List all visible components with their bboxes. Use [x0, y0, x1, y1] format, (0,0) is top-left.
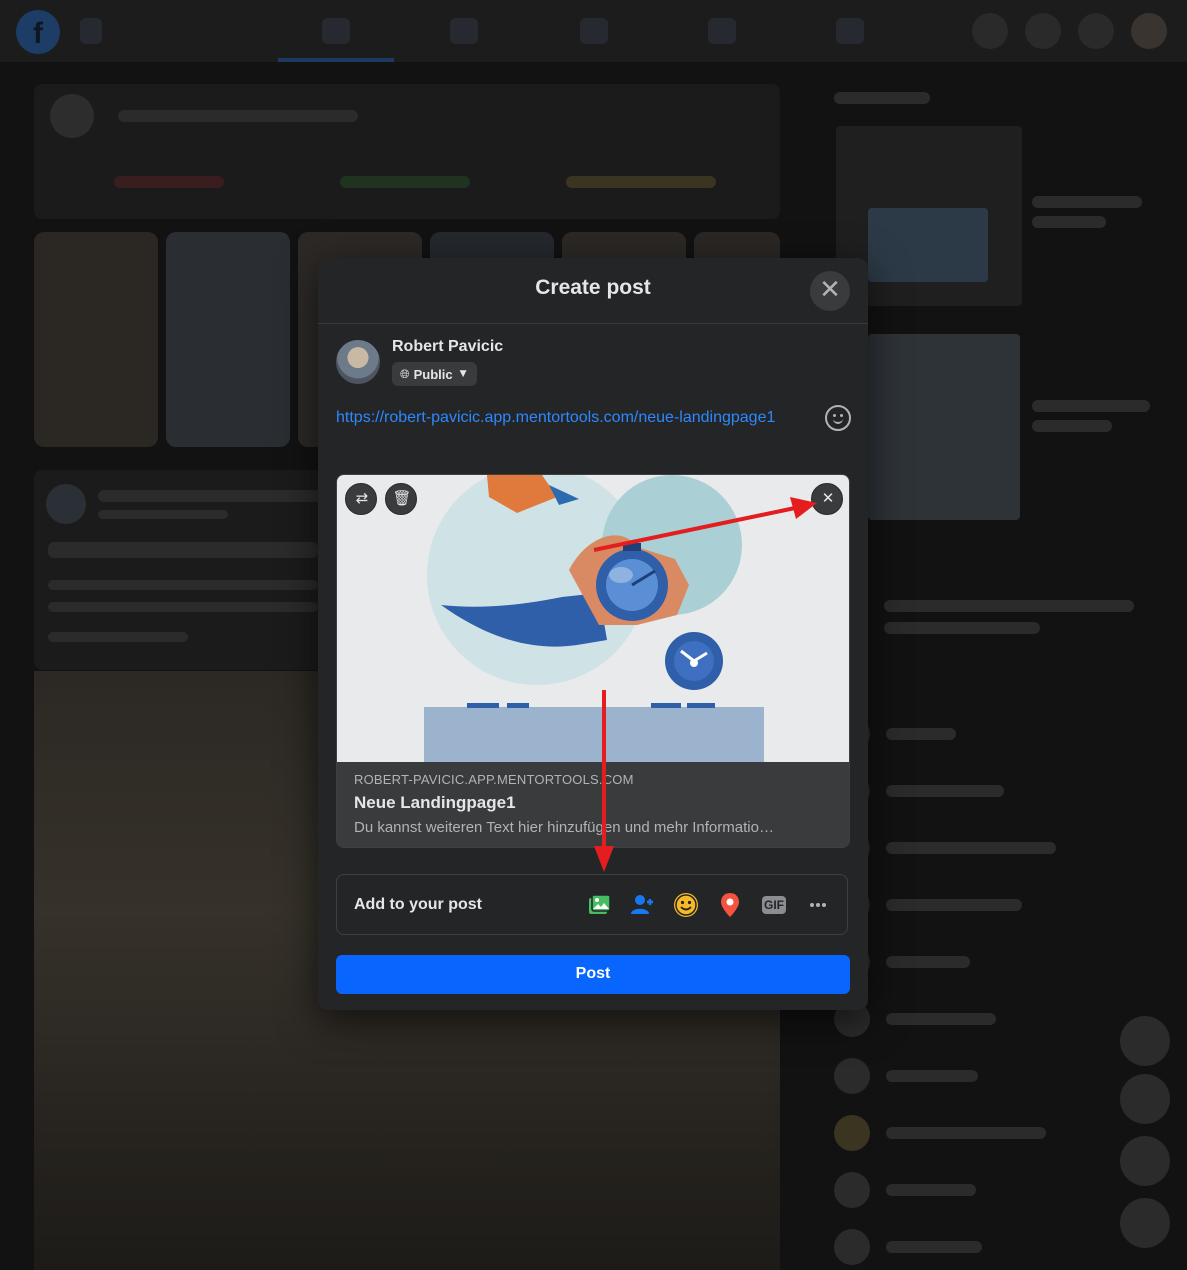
- annotation-arrow-head: [790, 497, 817, 519]
- annotation-arrow-head: [594, 846, 614, 872]
- annotation-arrows: [593, 497, 817, 872]
- annotation-arrow: [593, 506, 796, 552]
